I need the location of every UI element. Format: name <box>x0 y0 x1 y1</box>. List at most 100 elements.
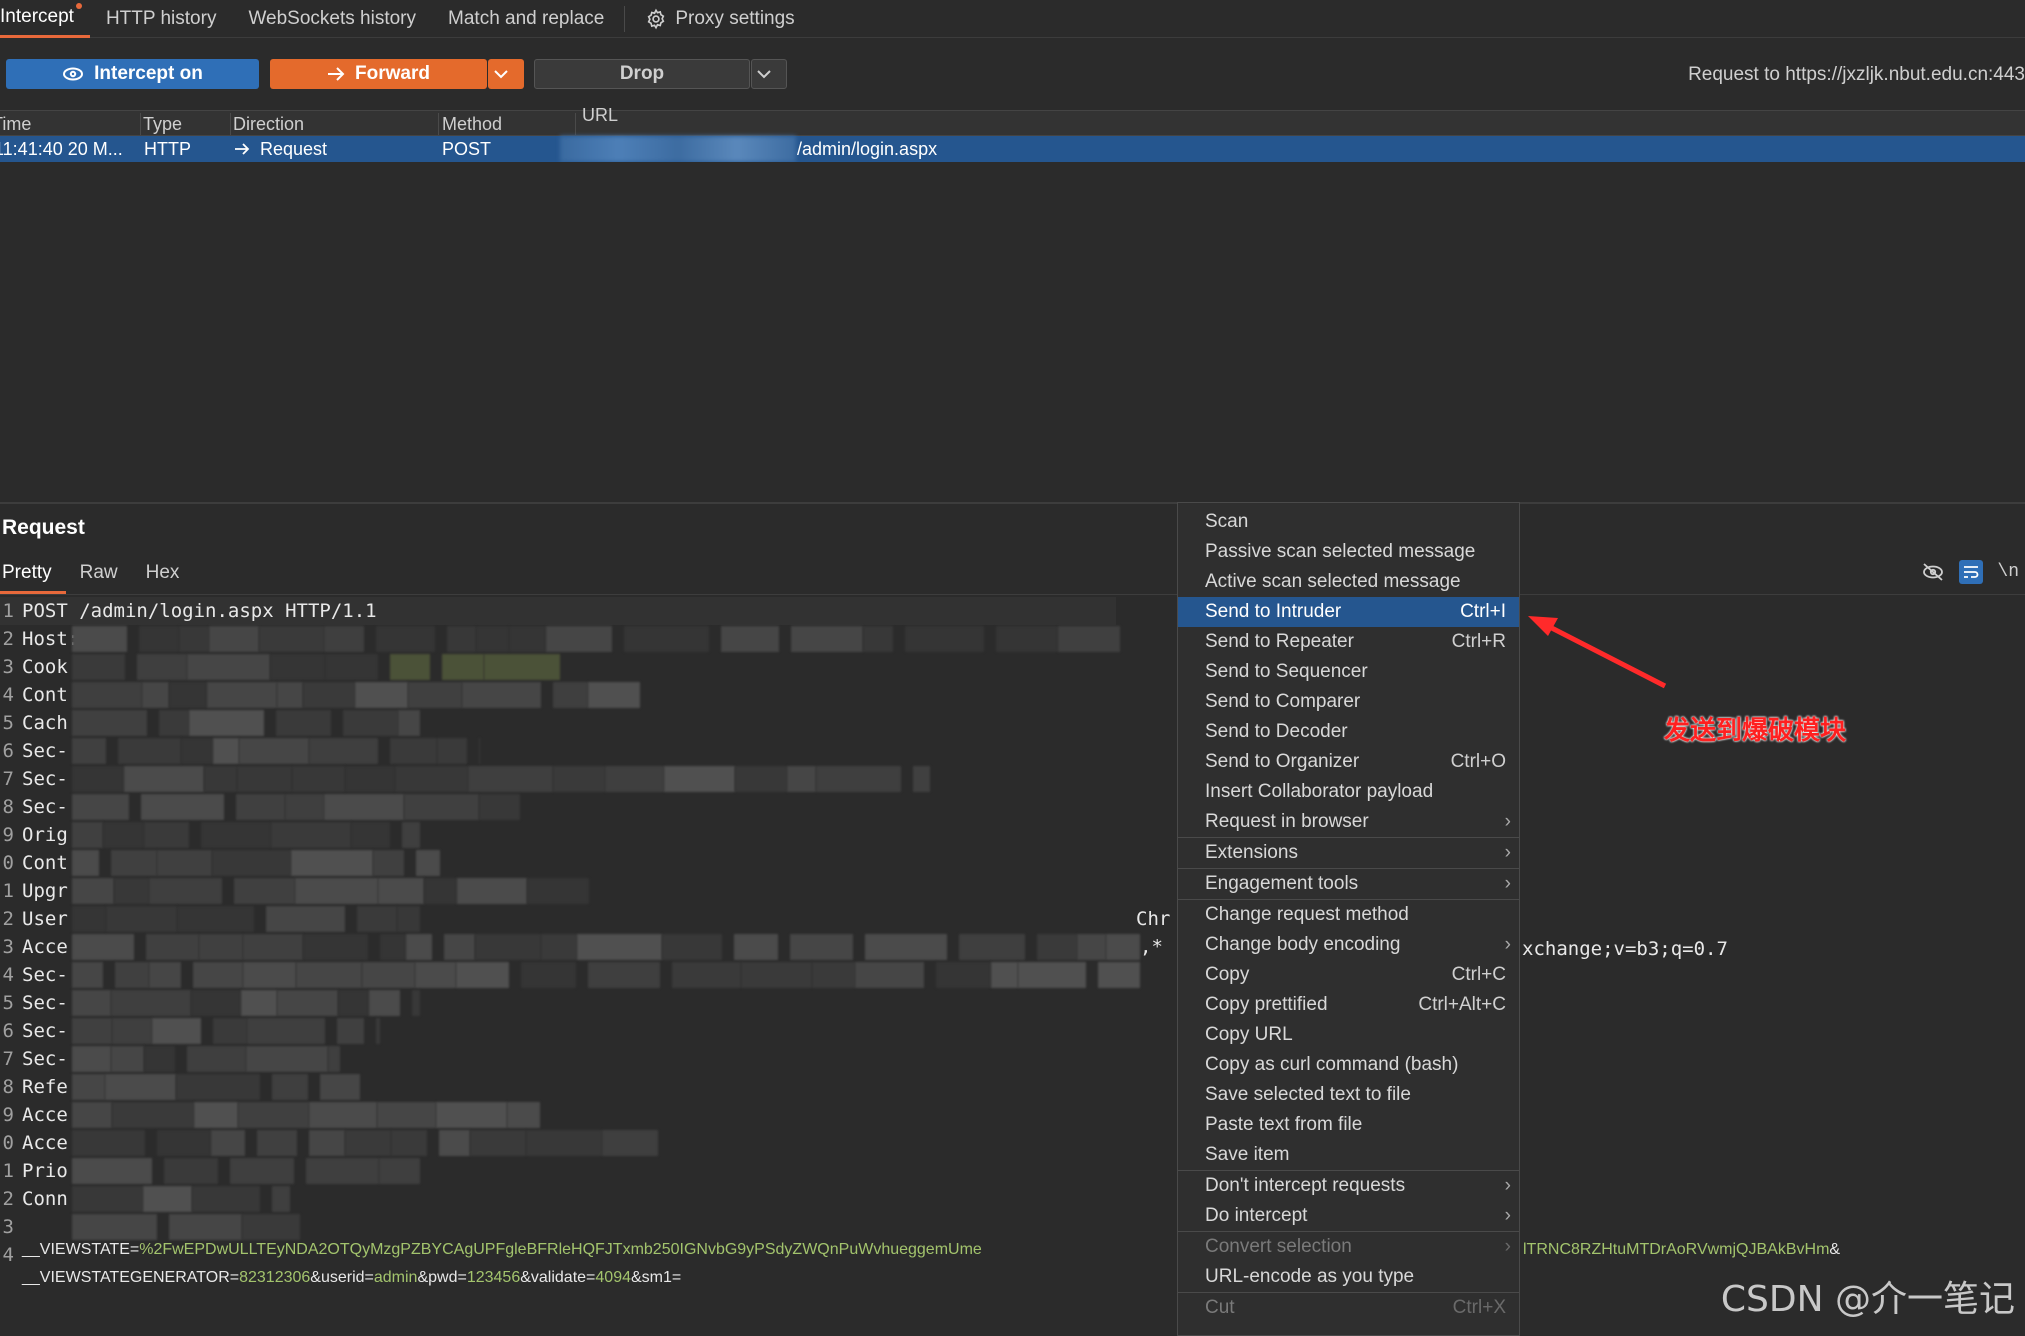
body-key: &validate= <box>520 1269 596 1286</box>
redacted-block <box>1018 962 1086 988</box>
word-wrap-icon[interactable] <box>1959 560 1984 584</box>
menu-item-request-in-browser[interactable]: Request in browser › <box>1178 807 1519 837</box>
redacted-block <box>507 1102 540 1128</box>
line-text-partial: ,* <box>1140 936 1163 958</box>
menu-item-don-t-intercept-requests[interactable]: Don't intercept requests › <box>1178 1171 1519 1201</box>
menu-item-save-item[interactable]: Save item <box>1178 1140 1519 1170</box>
column-header-type[interactable]: Type <box>143 114 182 135</box>
redacted-block <box>199 934 243 960</box>
menu-item-send-to-intruder[interactable]: Send to Intruder Ctrl+I <box>1178 597 1519 627</box>
column-header-time[interactable]: Time <box>0 114 31 135</box>
redacted-block <box>72 934 134 960</box>
menu-item-passive-scan-selected-message[interactable]: Passive scan selected message <box>1178 537 1519 567</box>
line-text: Conn <box>22 1188 68 1210</box>
newline-toggle[interactable]: \n <box>1997 562 2019 582</box>
redacted-block <box>187 654 270 680</box>
menu-item-paste-text-from-file[interactable]: Paste text from file <box>1178 1110 1519 1140</box>
menu-item-label: Extensions <box>1205 842 1298 863</box>
menu-item-copy-url[interactable]: Copy URL <box>1178 1020 1519 1050</box>
row-url: /admin/login.aspx <box>797 139 938 159</box>
menu-item-send-to-decoder[interactable]: Send to Decoder <box>1178 717 1519 747</box>
redacted-block <box>272 1074 308 1100</box>
hide-eye-icon[interactable] <box>1921 562 1945 582</box>
request-body-line2: __VIEWSTATEGENERATOR=82312306&userid=adm… <box>22 1269 681 1287</box>
forward-dropdown-button[interactable] <box>488 59 524 89</box>
menu-item-copy-as-curl-command-bash[interactable]: Copy as curl command (bash) <box>1178 1050 1519 1080</box>
panel-splitter[interactable] <box>0 502 2025 504</box>
tab-intercept[interactable]: Intercept <box>0 0 90 38</box>
drop-button[interactable]: Drop <box>534 59 750 89</box>
row-direction-label: Request <box>260 139 328 159</box>
menu-item-copy-prettified[interactable]: Copy prettified Ctrl+Alt+C <box>1178 990 1519 1020</box>
menu-item-extensions[interactable]: Extensions › <box>1178 838 1519 868</box>
line-text: Sec- <box>22 796 68 818</box>
tab-proxy-settings[interactable]: Proxy settings <box>629 0 810 38</box>
column-header-direction[interactable]: Direction <box>233 114 304 135</box>
forward-button[interactable]: Forward <box>270 59 487 89</box>
table-row[interactable]: 11:41:40 20 M... HTTP Request POST /admi… <box>0 136 2025 162</box>
column-header-url[interactable]: URL <box>582 105 618 126</box>
intercept-toggle-button[interactable]: Intercept on <box>6 59 259 89</box>
menu-item-scan[interactable]: Scan <box>1178 507 1519 537</box>
redacted-block <box>277 990 338 1016</box>
line-text: Sec- <box>22 768 68 790</box>
tab-pretty[interactable]: Pretty <box>0 560 66 594</box>
body-value: admin <box>373 1269 418 1286</box>
line-number: 8 <box>2 796 14 818</box>
tab-websockets-history-label: WebSockets history <box>248 7 417 29</box>
redacted-block <box>816 766 901 792</box>
redacted-block <box>1106 934 1140 960</box>
request-editor[interactable]: 1 POST /admin/login.aspx HTTP/1.1 2 Host: 3 C… <box>0 596 2025 1336</box>
redacted-block <box>72 1158 152 1184</box>
menu-item-shortcut: Ctrl+O <box>1450 751 1506 772</box>
redacted-block <box>741 962 812 988</box>
menu-item-label: Don't intercept requests <box>1205 1175 1406 1196</box>
redacted-block <box>787 766 816 792</box>
redacted-block <box>865 934 947 960</box>
tab-match-replace[interactable]: Match and replace <box>432 0 620 38</box>
redacted-block <box>72 1214 157 1240</box>
tab-hex[interactable]: Hex <box>132 560 194 594</box>
menu-item-send-to-organizer[interactable]: Send to Organizer Ctrl+O <box>1178 747 1519 777</box>
redacted-block <box>149 878 222 904</box>
line-text: Sec- <box>22 1020 68 1042</box>
menu-item-send-to-sequencer[interactable]: Send to Sequencer <box>1178 657 1519 687</box>
redacted-block <box>390 654 430 680</box>
menu-item-save-selected-text-to-file[interactable]: Save selected text to file <box>1178 1080 1519 1110</box>
redacted-block <box>338 990 369 1016</box>
redacted-block <box>169 682 207 708</box>
menu-item-shortcut: Ctrl+C <box>1451 964 1506 985</box>
redacted-block <box>276 710 331 736</box>
redacted-block <box>303 934 368 960</box>
menu-item-change-body-encoding[interactable]: Change body encoding › <box>1178 930 1519 960</box>
tab-raw[interactable]: Raw <box>66 560 132 594</box>
column-divider <box>230 113 231 135</box>
menu-item-active-scan-selected-message[interactable]: Active scan selected message <box>1178 567 1519 597</box>
redacted-block <box>266 906 345 932</box>
menu-item-engagement-tools[interactable]: Engagement tools › <box>1178 869 1519 899</box>
redacted-block <box>468 766 553 792</box>
menu-item-send-to-repeater[interactable]: Send to Repeater Ctrl+R <box>1178 627 1519 657</box>
redacted-block <box>112 1018 152 1044</box>
editor-options: \n <box>1921 560 2019 584</box>
redacted-block <box>484 654 560 680</box>
menu-item-url-encode-as-you-type[interactable]: URL-encode as you type <box>1178 1262 1519 1292</box>
line-number: 7 <box>2 768 14 790</box>
column-header-method[interactable]: Method <box>442 114 502 135</box>
drop-dropdown-button[interactable] <box>751 59 787 89</box>
menu-item-copy[interactable]: Copy Ctrl+C <box>1178 960 1519 990</box>
menu-item-change-request-method[interactable]: Change request method <box>1178 900 1519 930</box>
body-key: &pwd= <box>417 1269 467 1286</box>
tab-http-history[interactable]: HTTP history <box>90 0 233 38</box>
menu-item-insert-collaborator-payload[interactable]: Insert Collaborator payload <box>1178 777 1519 807</box>
menu-item-do-intercept[interactable]: Do intercept › <box>1178 1201 1519 1231</box>
intercept-table-header: Time Type Direction Method URL <box>0 105 2025 136</box>
redacted-block <box>291 850 373 876</box>
annotation-label: 发送到爆破模块 <box>1664 716 1847 746</box>
watermark: CSDN @介一笔记 <box>1720 1279 2015 1320</box>
menu-item-send-to-comparer[interactable]: Send to Comparer <box>1178 687 1519 717</box>
tab-websockets-history[interactable]: WebSockets history <box>232 0 432 38</box>
redacted-block <box>377 1102 436 1128</box>
redacted-block <box>238 1102 309 1128</box>
redacted-block <box>479 794 520 820</box>
